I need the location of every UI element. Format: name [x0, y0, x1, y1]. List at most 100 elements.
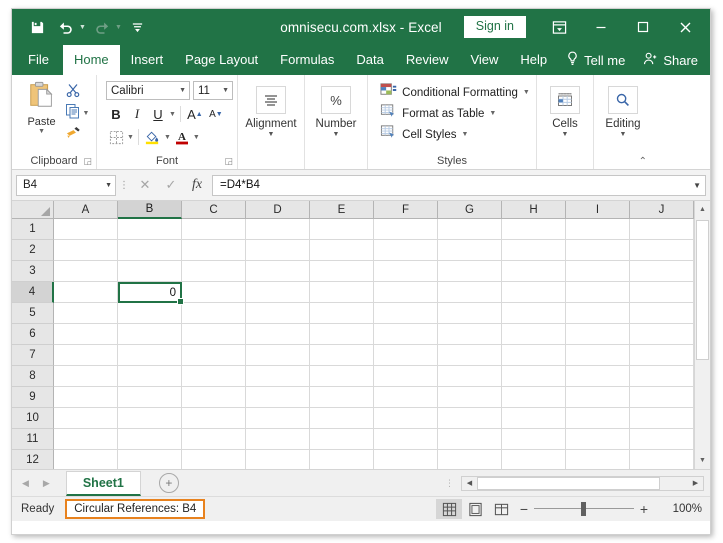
cell-h2[interactable]: [502, 240, 566, 261]
cell-c3[interactable]: [182, 261, 246, 282]
vertical-scrollbar[interactable]: ▲ ▼: [694, 201, 710, 469]
cell-j5[interactable]: [630, 303, 694, 324]
cell-i12[interactable]: [566, 450, 630, 469]
row-header-3[interactable]: 3: [12, 261, 54, 282]
expand-formula-bar-icon[interactable]: ▼: [693, 181, 701, 190]
font-dialog-launcher-icon[interactable]: ◲: [224, 157, 233, 166]
cell-j3[interactable]: [630, 261, 694, 282]
cell-e3[interactable]: [310, 261, 374, 282]
cell-i6[interactable]: [566, 324, 630, 345]
cell-g3[interactable]: [438, 261, 502, 282]
cell-d7[interactable]: [246, 345, 310, 366]
scroll-up-icon[interactable]: ▲: [695, 201, 710, 218]
cell-h7[interactable]: [502, 345, 566, 366]
cell-h10[interactable]: [502, 408, 566, 429]
copy-button[interactable]: ▼: [65, 103, 89, 123]
cell-h8[interactable]: [502, 366, 566, 387]
cell-i8[interactable]: [566, 366, 630, 387]
cell-d3[interactable]: [246, 261, 310, 282]
cell-d8[interactable]: [246, 366, 310, 387]
column-header-e[interactable]: E: [310, 201, 374, 219]
cell-b4[interactable]: 0: [118, 282, 184, 305]
row-header-7[interactable]: 7: [12, 345, 54, 366]
sheet-tab-sheet1[interactable]: Sheet1: [65, 470, 141, 496]
cell-f5[interactable]: [374, 303, 438, 324]
row-header-11[interactable]: 11: [12, 429, 54, 450]
cell-i3[interactable]: [566, 261, 630, 282]
column-header-c[interactable]: C: [182, 201, 246, 219]
cell-d1[interactable]: [246, 219, 310, 240]
add-sheet-button[interactable]: +: [158, 473, 179, 493]
format-as-table-chevron-down-icon[interactable]: ▼: [489, 110, 496, 117]
cell-a10[interactable]: [54, 408, 118, 429]
cell-a4[interactable]: [54, 282, 118, 303]
tab-file[interactable]: File: [12, 45, 63, 75]
cell-g10[interactable]: [438, 408, 502, 429]
scroll-down-icon[interactable]: ▼: [695, 452, 710, 469]
font-name-input[interactable]: Calibri ▼: [106, 81, 190, 100]
cell-g8[interactable]: [438, 366, 502, 387]
italic-button[interactable]: I: [127, 104, 147, 124]
cell-j1[interactable]: [630, 219, 694, 240]
cell-a6[interactable]: [54, 324, 118, 345]
cell-a9[interactable]: [54, 387, 118, 408]
tab-help[interactable]: Help: [509, 45, 558, 75]
column-header-i[interactable]: I: [566, 201, 630, 219]
vertical-scrollbar-thumb[interactable]: [696, 220, 709, 360]
fill-color-button[interactable]: [143, 127, 163, 147]
font-size-chevron-down-icon[interactable]: ▼: [222, 87, 229, 94]
alignment-button[interactable]: Alignment ▼: [245, 83, 297, 138]
cell-f3[interactable]: [374, 261, 438, 282]
underline-chevron-down-icon[interactable]: ▼: [169, 111, 176, 118]
fill-color-chevron-down-icon[interactable]: ▼: [164, 134, 171, 141]
cell-g11[interactable]: [438, 429, 502, 450]
cell-a12[interactable]: [54, 450, 118, 469]
alignment-chevron-down-icon[interactable]: ▼: [268, 131, 275, 138]
next-sheet-icon[interactable]: ▶: [43, 478, 50, 489]
cell-e2[interactable]: [310, 240, 374, 261]
cell-c5[interactable]: [182, 303, 246, 324]
cell-b12[interactable]: [118, 450, 182, 469]
cell-a3[interactable]: [54, 261, 118, 282]
cell-f9[interactable]: [374, 387, 438, 408]
cell-i11[interactable]: [566, 429, 630, 450]
cell-h9[interactable]: [502, 387, 566, 408]
tab-review[interactable]: Review: [395, 45, 460, 75]
cell-f12[interactable]: [374, 450, 438, 469]
tab-insert[interactable]: Insert: [120, 45, 175, 75]
row-header-4[interactable]: 4: [12, 282, 54, 303]
editing-button[interactable]: Editing ▼: [605, 83, 641, 138]
cell-g1[interactable]: [438, 219, 502, 240]
cell-h3[interactable]: [502, 261, 566, 282]
redo-chevron-down-icon[interactable]: ▼: [115, 24, 122, 31]
underline-button[interactable]: U: [148, 104, 168, 124]
conditional-formatting-chevron-down-icon[interactable]: ▼: [523, 89, 530, 96]
zoom-out-button[interactable]: −: [514, 501, 534, 517]
editing-chevron-down-icon[interactable]: ▼: [620, 131, 627, 138]
cell-c4[interactable]: [182, 282, 246, 303]
row-header-6[interactable]: 6: [12, 324, 54, 345]
insert-function-icon[interactable]: fx: [184, 175, 210, 196]
cell-j10[interactable]: [630, 408, 694, 429]
circular-reference-indicator[interactable]: Circular References: B4: [65, 498, 206, 520]
shrink-font-button[interactable]: A ▼: [206, 104, 226, 124]
cell-e1[interactable]: [310, 219, 374, 240]
format-as-table-button[interactable]: Format as Table ▼: [374, 103, 530, 124]
row-header-5[interactable]: 5: [12, 303, 54, 324]
borders-chevron-down-icon[interactable]: ▼: [127, 134, 134, 141]
cell-f6[interactable]: [374, 324, 438, 345]
cell-b7[interactable]: [118, 345, 182, 366]
cell-f11[interactable]: [374, 429, 438, 450]
cell-j12[interactable]: [630, 450, 694, 469]
ribbon-display-options-icon[interactable]: [538, 10, 580, 44]
font-name-chevron-down-icon[interactable]: ▼: [179, 87, 186, 94]
cell-e7[interactable]: [310, 345, 374, 366]
cells-chevron-down-icon[interactable]: ▼: [562, 131, 569, 138]
page-layout-view-icon[interactable]: [462, 499, 488, 519]
page-break-view-icon[interactable]: [488, 499, 514, 519]
number-chevron-down-icon[interactable]: ▼: [333, 131, 340, 138]
column-header-g[interactable]: G: [438, 201, 502, 219]
conditional-formatting-button[interactable]: Conditional Formatting ▼: [374, 82, 530, 103]
row-header-2[interactable]: 2: [12, 240, 54, 261]
cell-e8[interactable]: [310, 366, 374, 387]
